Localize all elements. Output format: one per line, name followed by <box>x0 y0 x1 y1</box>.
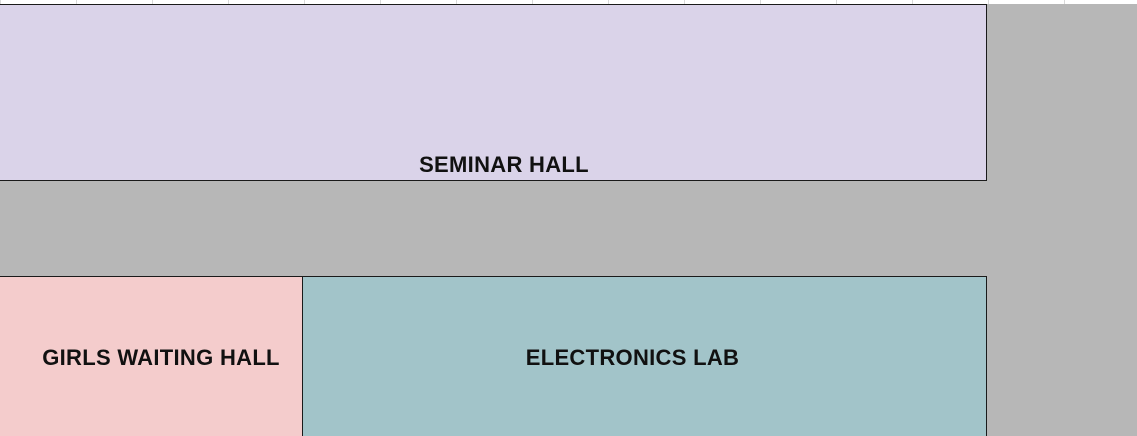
room-label-girls-waiting-hall: GIRLS WAITING HALL <box>42 345 280 370</box>
floor-plan: SEMINAR HALL GIRLS WAITING HALL ELECTRON… <box>0 0 1137 436</box>
room-girls-waiting-hall: GIRLS WAITING HALL <box>0 276 303 436</box>
corridor-vertical <box>987 4 1137 436</box>
room-label-electronics-lab: ELECTRONICS LAB <box>525 345 740 370</box>
room-label-seminar-hall: SEMINAR HALL <box>419 152 589 177</box>
room-seminar-hall: SEMINAR HALL <box>0 4 987 181</box>
corridor-horizontal <box>0 181 987 277</box>
room-electronics-lab: ELECTRONICS LAB <box>302 276 987 436</box>
